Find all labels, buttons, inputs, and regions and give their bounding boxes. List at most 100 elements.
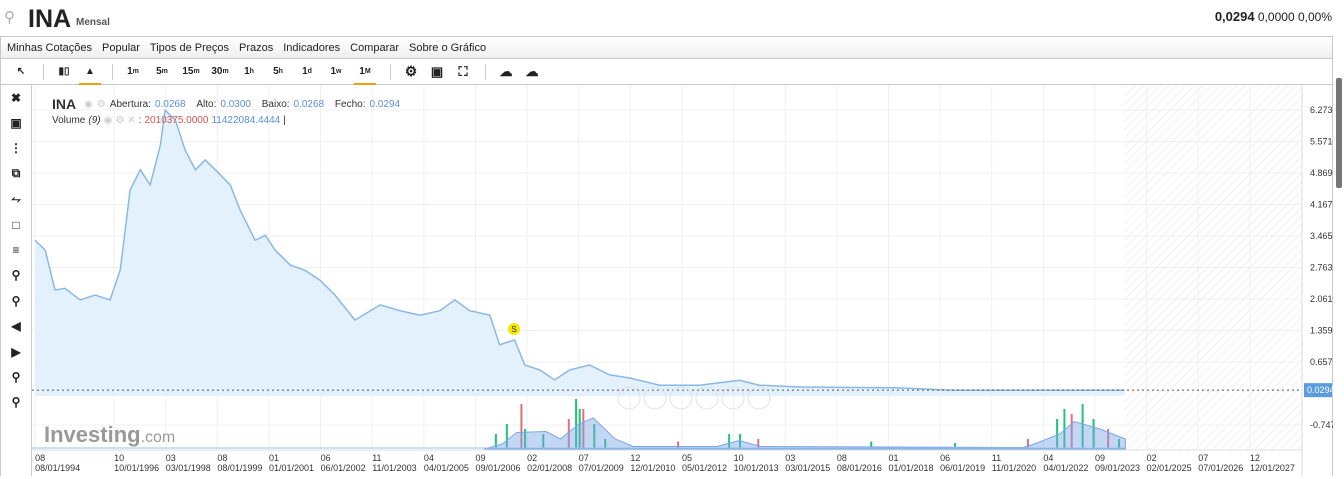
interval-unit: m (222, 68, 229, 75)
x-tick-date: 08/01/2016 (837, 463, 882, 473)
rectangle-icon[interactable]: □ (1, 212, 31, 237)
divider (43, 63, 44, 80)
x-tick-date: 03/01/2015 (785, 463, 830, 473)
page-scrollbar[interactable] (1336, 78, 1342, 188)
trend-line-icon[interactable]: ⥊ (1, 187, 31, 212)
interval-button[interactable]: 1w (324, 62, 348, 82)
interval-number: 15 (182, 66, 194, 77)
menu-item[interactable]: Minhas Cotações (7, 42, 92, 54)
price-change-pct: 0,00% (1297, 10, 1332, 24)
gear-icon[interactable]: ⚙ (97, 99, 106, 110)
price-change: 0,0000 (1257, 10, 1295, 24)
zoom-in-icon[interactable]: ⚲ (1, 263, 31, 288)
remove-studies-icon[interactable]: ⋮ (1, 136, 31, 161)
menu-item[interactable]: Tipos de Preços (150, 42, 229, 54)
x-tick-month: 03 (166, 453, 176, 463)
menu-item[interactable]: Comparar (350, 42, 399, 54)
last-price: 0,0294 (1214, 9, 1255, 24)
menu-item[interactable]: Prazos (239, 42, 273, 54)
interval-button[interactable]: 5m (150, 62, 174, 82)
y-tick-label: 3.4650 (1310, 231, 1333, 241)
divider (112, 63, 113, 80)
menu-item[interactable]: Sobre o Gráfico (409, 42, 486, 54)
x-tick-date: 04/01/2022 (1043, 463, 1088, 473)
x-tick-date: 06/01/2019 (940, 463, 985, 473)
open-value: 0.0268 (154, 98, 186, 110)
x-tick-month: 12 (1250, 453, 1260, 463)
x-tick-month: 08 (35, 453, 45, 463)
zoom-out-icon[interactable]: ⚲ (1, 288, 31, 313)
x-tick-month: 08 (837, 453, 847, 463)
scroll-right-icon[interactable]: ▶ (1, 339, 31, 364)
menu-item[interactable]: Indicadores (283, 42, 340, 54)
eye-icon[interactable]: ◉ (104, 115, 113, 126)
cloud-download-icon[interactable]: ☁ (494, 62, 518, 82)
x-tick-month: 04 (1043, 453, 1053, 463)
x-tick-month: 07 (1198, 453, 1208, 463)
cursor-mark: | (283, 115, 286, 126)
y-tick-label: 4.1670 (1310, 200, 1333, 210)
gear-icon[interactable]: ⚙ (115, 115, 124, 126)
scroll-left-icon[interactable]: ◀ (1, 314, 31, 339)
menu-item[interactable]: Popular (102, 42, 140, 54)
x-tick-date: 12/01/2027 (1250, 463, 1295, 473)
y-tick-label: 2.7630 (1310, 263, 1333, 273)
drawing-toolbar: ✖ ▣ ⋮ ⧉ ⥊ □ ≡ ⚲ ⚲ ◀ ▶ ⚲ ⚲ (0, 85, 32, 476)
cursor-icon[interactable]: ↖ (9, 62, 33, 82)
chart-area[interactable]: S Investing.com 6.2730 5.5710 4.8690 4.1670 3.… (32, 85, 1341, 476)
x-tick-month: 02 (527, 453, 537, 463)
interval-button[interactable]: 1m (121, 62, 145, 82)
x-tick-date: 09/01/2006 (475, 463, 520, 473)
area-chart-icon[interactable]: ▲ (78, 62, 102, 85)
search-icon[interactable]: ⚲ (4, 8, 15, 26)
interval-button[interactable]: 15 m (179, 62, 203, 82)
close-icon[interactable]: ✕ (127, 115, 135, 126)
price-area (35, 110, 1125, 396)
x-tick-month: 11 (992, 453, 1001, 463)
x-tick-month: 01 (269, 453, 279, 463)
candles-icon[interactable]: ▮▯ (52, 62, 76, 82)
volume-ma-value: 11422084.4444 (211, 115, 281, 126)
interval-button[interactable]: 1d (295, 62, 319, 82)
y-tick-label: 5.5710 (1310, 137, 1333, 147)
interval-unit: m (193, 68, 200, 75)
chart-toolbar: ↖ ▮▯ ▲ 1 m 5 m 15 m 30 m 1 h 5 h 1 d 1 w 1 M ⚙ ▣ ⛶ ☁ ☁ (0, 59, 1333, 85)
x-tick-month: 10 (114, 453, 124, 463)
eye-icon[interactable]: ◉ (84, 99, 93, 110)
interval-button[interactable]: 5h (266, 62, 290, 82)
horizontal-lines-icon[interactable]: ≡ (1, 237, 31, 262)
y-tick-label: 2.0610 (1310, 294, 1333, 304)
close-icon[interactable]: ✖ (1, 85, 31, 110)
divider (390, 63, 391, 80)
interval-unit: m (132, 68, 139, 75)
fullscreen-icon[interactable]: ⛶ (451, 62, 475, 82)
x-tick-date: 08/01/1999 (217, 463, 262, 473)
x-tick-date: 08/01/1994 (35, 463, 80, 473)
x-tick-month: 12 (630, 453, 640, 463)
interval-button[interactable]: 1h (237, 62, 261, 82)
x-tick-month: 06 (321, 453, 331, 463)
interval-unit: M (364, 68, 371, 75)
interval-number: 30 (211, 66, 223, 77)
x-tick-month: 02 (1147, 453, 1157, 463)
zoom-reset-icon[interactable]: ⚲ (1, 390, 31, 415)
last-price-label: 0.0294 (1307, 385, 1333, 395)
cloud-upload-icon[interactable]: ☁ (520, 62, 544, 82)
header: ⚲ INA Mensal 0,0294 0,0000 0,00% (0, 0, 1344, 36)
camera-icon[interactable]: ▣ (425, 62, 449, 82)
open-label: Abertura: (109, 98, 151, 110)
zoom-fit-icon[interactable]: ⚲ (1, 364, 31, 389)
x-tick-date: 06/01/2002 (321, 463, 366, 473)
interval-button[interactable]: 1M (353, 62, 377, 85)
x-tick-date: 11/01/2003 (372, 463, 416, 473)
x-tick-month: 10 (734, 453, 744, 463)
gear-icon[interactable]: ⚙ (399, 62, 423, 82)
interval-button[interactable]: 30 m (208, 62, 232, 82)
x-tick-month: 07 (579, 453, 589, 463)
x-tick-month: 08 (217, 453, 227, 463)
windows-icon[interactable]: ⧉ (1, 161, 31, 186)
period-label: Mensal (76, 17, 110, 28)
x-tick-date: 11/01/2020 (992, 463, 1036, 473)
remove-drawings-icon[interactable]: ▣ (1, 110, 31, 135)
price-chart[interactable]: S Investing.com 6.2730 5.5710 4.8690 4.1670 3.… (32, 85, 1341, 476)
